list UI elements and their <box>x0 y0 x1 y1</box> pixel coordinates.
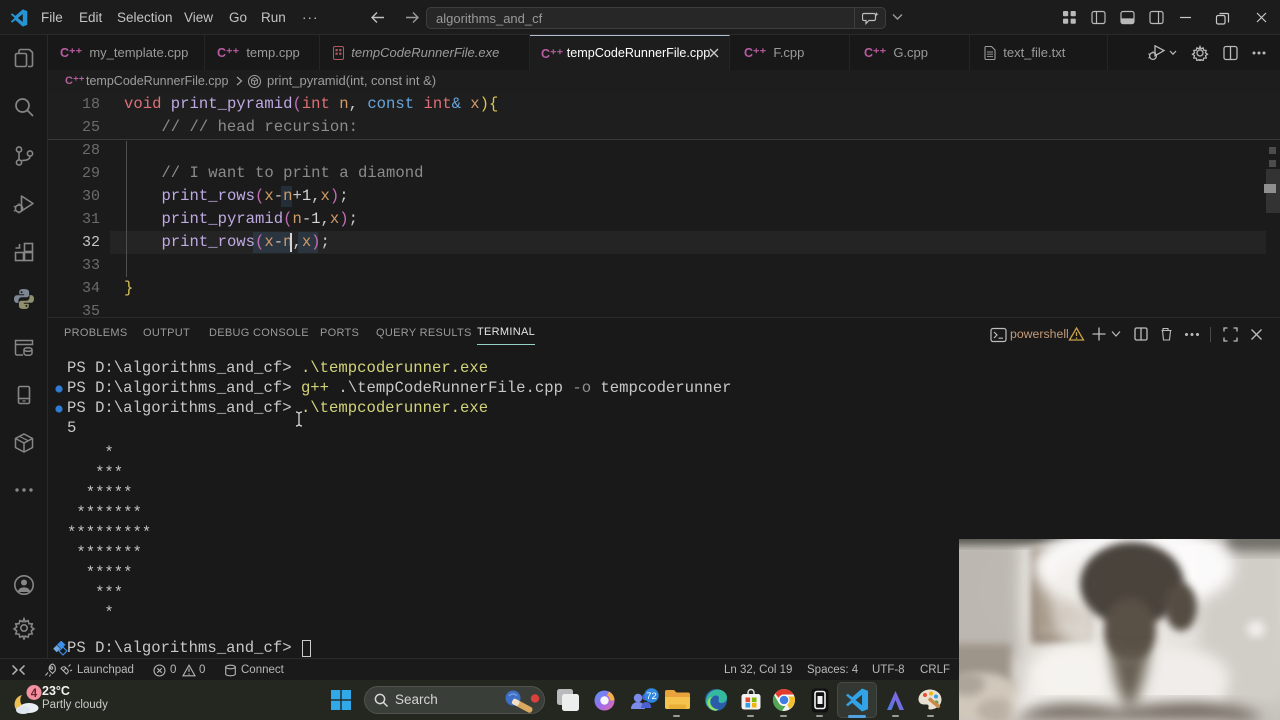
svg-text:72: 72 <box>646 691 657 702</box>
svg-text:4: 4 <box>31 688 38 700</box>
